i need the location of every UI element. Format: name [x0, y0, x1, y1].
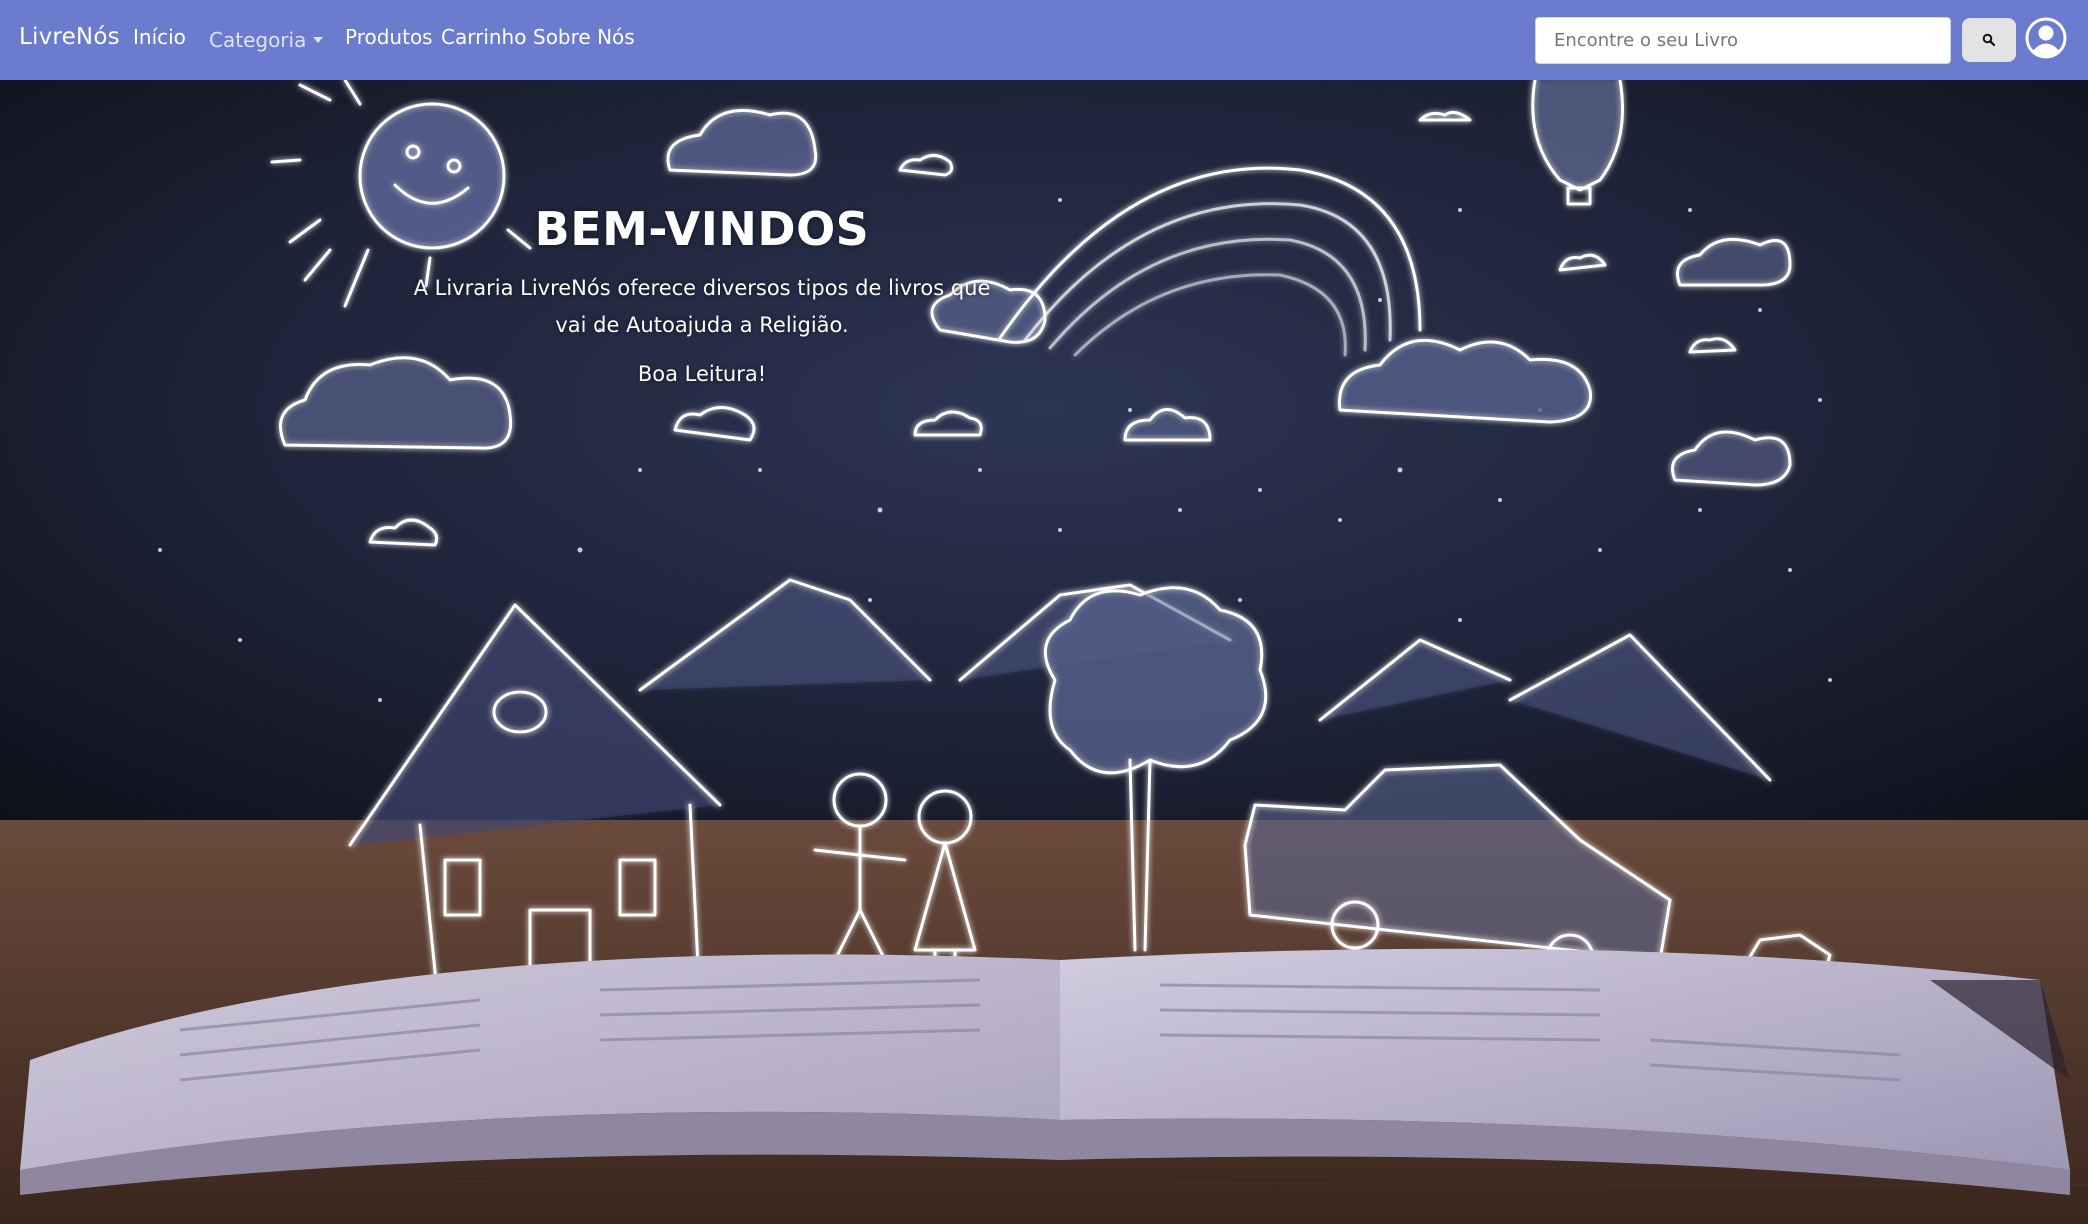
search-icon	[1982, 33, 1996, 47]
user-circle-icon	[2025, 17, 2067, 59]
nav-dropdown-category[interactable]: Categoria	[209, 28, 324, 52]
nav-link-cart[interactable]: Carrinho	[441, 25, 526, 49]
hero-description: A Livraria LivreNós oferece diversos tip…	[413, 276, 991, 337]
navbar: LivreNós Início Categoria Produtos Carri…	[0, 0, 2088, 80]
user-account-button[interactable]	[2024, 16, 2068, 60]
brand-logo[interactable]: LivreNós	[19, 24, 120, 50]
nav-link-home[interactable]: Início	[133, 25, 186, 49]
hero-title: BEM-VINDOS	[534, 202, 870, 256]
hero-background-image	[0, 80, 2088, 1224]
nav-dropdown-category-label: Categoria	[209, 28, 307, 52]
nav-link-about[interactable]: Sobre Nós	[533, 25, 635, 49]
hero-greeting: Boa Leitura!	[637, 362, 767, 386]
nav-link-products[interactable]: Produtos	[345, 25, 433, 49]
search-input[interactable]	[1535, 17, 1951, 64]
caret-down-icon	[313, 37, 324, 43]
hero-banner: BEM-VINDOS A Livraria LivreNós oferece d…	[0, 80, 2088, 1224]
search-button[interactable]	[1962, 18, 2016, 62]
